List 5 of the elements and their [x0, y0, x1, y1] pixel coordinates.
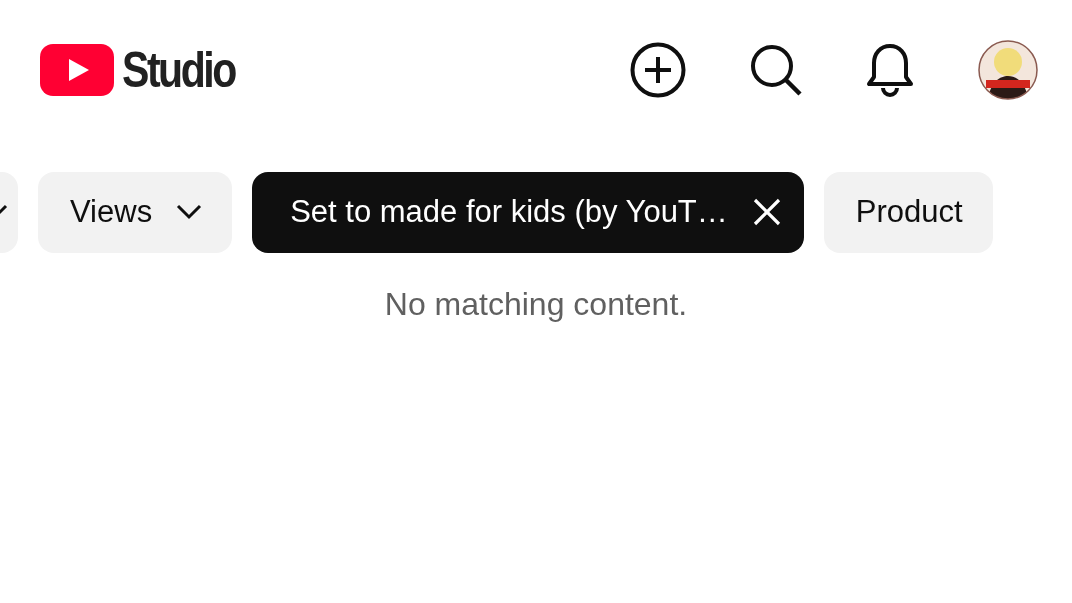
filter-chip[interactable]: Product: [823, 171, 993, 253]
empty-message: No matching content.: [383, 286, 689, 323]
applied-filter-chip[interactable]: Set to made for kids (by YouT…: [252, 171, 804, 253]
filter-dropdown[interactable]: Views: [38, 171, 233, 253]
logo-text: Studio: [122, 41, 235, 99]
